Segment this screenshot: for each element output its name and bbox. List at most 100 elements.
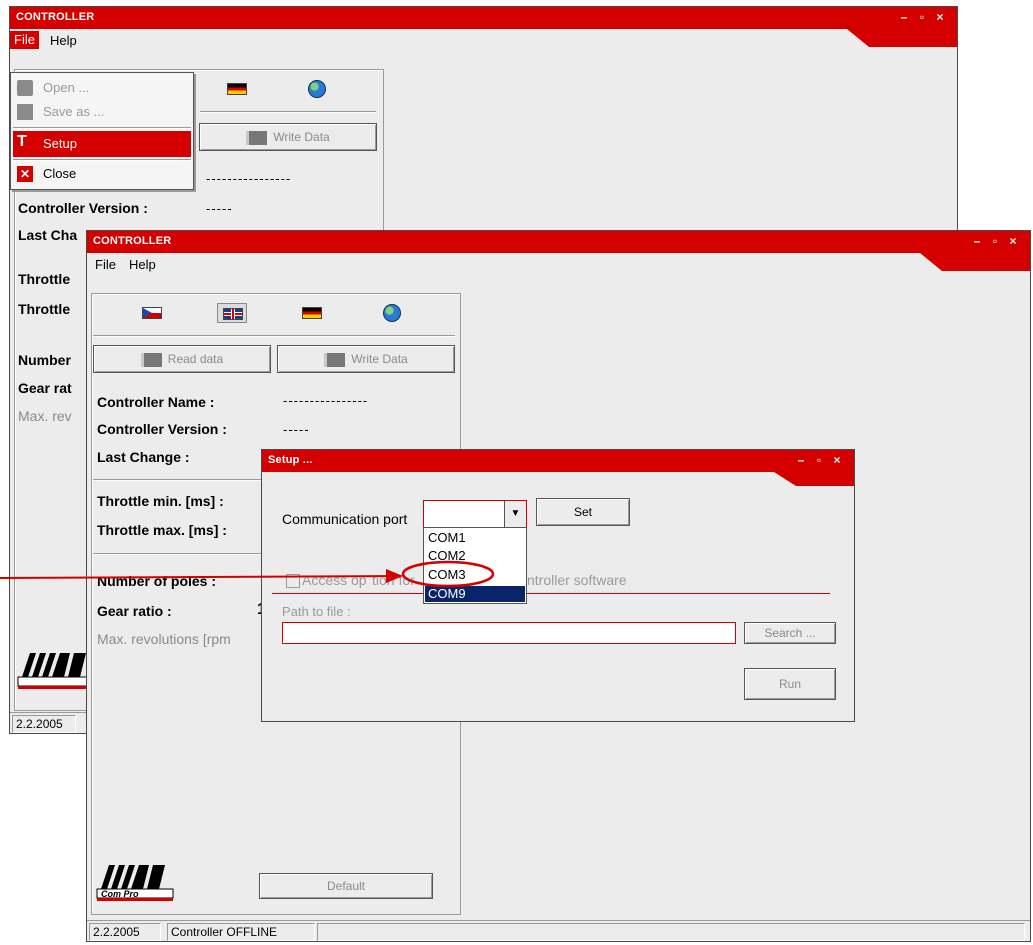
globe-button[interactable] <box>377 303 407 323</box>
set-button-label: Set <box>573 505 592 519</box>
main-menu-help[interactable]: Help <box>125 257 160 272</box>
back-window-title: CONTROLLER <box>16 11 95 23</box>
main-window-controls: – ▫ × <box>968 234 1022 248</box>
controller-version-value: ----- <box>283 422 310 437</box>
comm-port-combo[interactable]: ▼ <box>423 500 527 528</box>
back-menu-bar: File Help <box>10 29 957 51</box>
search-button[interactable]: Search ... <box>744 622 836 644</box>
chevron-down-icon[interactable]: ▼ <box>504 501 526 527</box>
back-throttle-min-label: Throttle <box>18 271 71 287</box>
comm-port-label: Communication port <box>282 511 408 527</box>
access-checkbox[interactable] <box>286 574 300 588</box>
minimize-icon[interactable]: – <box>895 10 913 24</box>
minimize-icon[interactable]: – <box>792 453 810 467</box>
controller-name-label: Controller Name : <box>97 394 215 410</box>
back-menu-help[interactable]: Help <box>46 33 81 48</box>
german-flag-icon <box>227 83 247 95</box>
close-icon[interactable]: × <box>931 10 949 24</box>
german-flag-button[interactable] <box>297 303 327 323</box>
close-icon[interactable]: × <box>828 453 846 467</box>
comm-port-listbox: COM1 COM2 COM3 COM9 <box>423 527 527 604</box>
port-option-com1[interactable]: COM1 <box>425 530 525 546</box>
back-window-controls: – ▫ × <box>895 10 949 24</box>
path-to-file-input[interactable] <box>282 622 736 644</box>
port-option-com9[interactable]: COM9 <box>425 586 525 602</box>
main-window-title: CONTROLLER <box>93 235 172 247</box>
back-status-date: 2.2.2005 <box>12 715 76 733</box>
status-empty <box>317 923 1025 941</box>
setup-red-divider <box>272 593 830 594</box>
open-icon <box>17 80 33 96</box>
menu-separator <box>13 159 191 161</box>
menu-item-save-as-label: Save as ... <box>43 104 105 119</box>
menu-item-open-label: Open ... <box>43 80 90 95</box>
maximize-icon[interactable]: ▫ <box>913 10 931 24</box>
back-version-value: ----- <box>206 201 233 216</box>
uk-flag-icon <box>223 308 243 320</box>
max-revolutions-label: Max. revolutions [rpm <box>97 631 231 647</box>
main-menu-file[interactable]: File <box>91 257 120 272</box>
status-connection: Controller OFFLINE <box>167 923 315 941</box>
uk-flag-button[interactable] <box>217 303 247 323</box>
main-menu-bar: File Help <box>87 253 1030 275</box>
controller-version-label: Controller Version : <box>97 421 227 437</box>
back-name-value: ---------------- <box>206 171 292 186</box>
read-data-label: Read data <box>167 352 224 366</box>
setup-dialog: Setup ... – ▫ × Communication port ▼ Set A… <box>261 449 855 722</box>
read-data-button[interactable]: Read data <box>93 345 271 373</box>
globe-icon <box>308 80 326 98</box>
menu-item-close-label: Close <box>43 166 77 181</box>
menu-separator <box>13 127 191 129</box>
last-change-label: Last Change : <box>97 449 190 465</box>
menu-item-save-as[interactable]: Save as ... <box>13 101 191 123</box>
access-checkbox-label-left: Access op <box>302 572 367 588</box>
write-icon <box>324 352 346 367</box>
back-max-rev-label: Max. rev <box>18 408 72 424</box>
czech-flag-icon <box>142 307 162 319</box>
controller-name-value: ---------------- <box>283 393 369 408</box>
back-german-flag-button[interactable] <box>222 79 252 99</box>
setup-window-controls: – ▫ × <box>792 453 846 467</box>
back-version-label: Controller Version : <box>18 200 148 216</box>
german-flag-icon <box>302 307 322 319</box>
main-title-bar[interactable]: CONTROLLER – ▫ × <box>87 231 1030 253</box>
close-icon[interactable]: × <box>1004 234 1022 248</box>
setup-title: Setup ... <box>268 454 313 466</box>
menu-item-open[interactable]: Open ... <box>13 77 191 99</box>
file-menu-dropdown: Open ... Save as ... T Setup ✕ Close <box>10 72 194 190</box>
save-icon <box>17 104 33 120</box>
back-gear-label: Gear rat <box>18 380 72 396</box>
run-button[interactable]: Run <box>744 668 836 700</box>
status-date: 2.2.2005 <box>89 923 161 941</box>
back-divider <box>200 111 376 113</box>
maximize-icon[interactable]: ▫ <box>810 453 828 467</box>
default-button[interactable]: Default <box>259 873 433 899</box>
search-button-label: Search ... <box>764 626 816 640</box>
back-poles-label: Number <box>18 352 71 368</box>
back-write-data-button[interactable]: Write Data <box>199 123 377 151</box>
main-status-bar: 2.2.2005 Controller OFFLINE <box>87 920 1030 941</box>
main-divider-top <box>93 335 455 337</box>
back-menu-file[interactable]: File <box>10 31 39 49</box>
write-data-label: Write Data <box>351 352 408 366</box>
default-label: Default <box>326 879 366 893</box>
back-globe-button[interactable] <box>302 79 332 99</box>
minimize-icon[interactable]: – <box>968 234 986 248</box>
menu-item-setup-label: Setup <box>43 136 77 151</box>
hammer-icon: T <box>17 133 27 150</box>
read-icon <box>140 352 162 367</box>
czech-flag-button[interactable] <box>137 303 167 323</box>
setup-title-decoration <box>774 472 854 486</box>
maximize-icon[interactable]: ▫ <box>986 234 1004 248</box>
setup-title-bar[interactable]: Setup ... – ▫ × <box>262 450 854 472</box>
set-button[interactable]: Set <box>536 498 630 526</box>
back-write-label: Write Data <box>273 130 330 144</box>
menu-item-setup[interactable]: T Setup <box>13 131 191 157</box>
back-title-bar[interactable]: CONTROLLER – ▫ × <box>10 7 957 29</box>
close-icon: ✕ <box>17 166 33 182</box>
write-data-button[interactable]: Write Data <box>277 345 455 373</box>
throttle-min-label: Throttle min. [ms] : <box>97 493 224 509</box>
menu-item-close[interactable]: ✕ Close <box>13 163 191 185</box>
port-option-com2[interactable]: COM2 <box>425 548 525 564</box>
port-option-com3[interactable]: COM3 <box>425 567 525 583</box>
